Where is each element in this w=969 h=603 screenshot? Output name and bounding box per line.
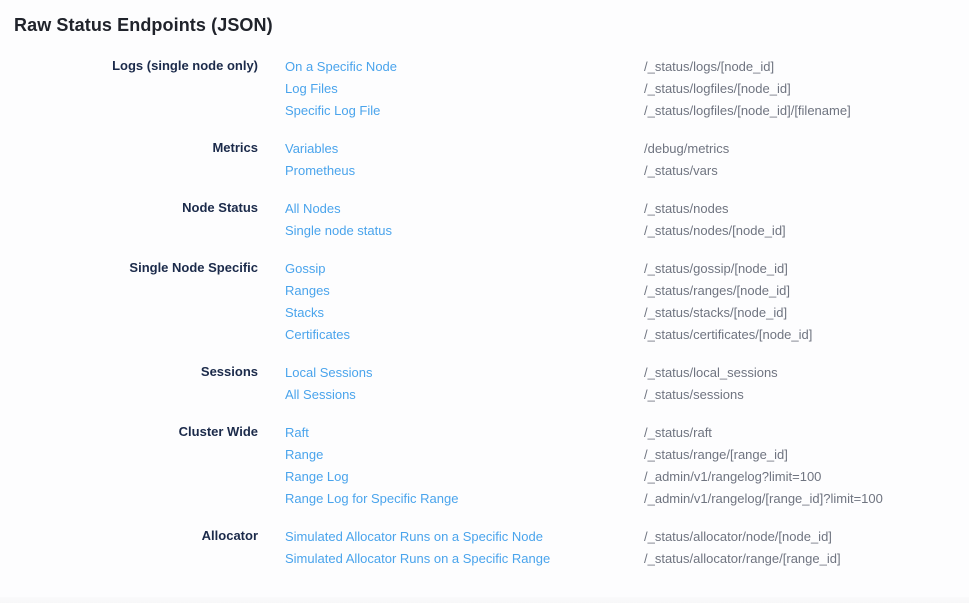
category-label: Logs (single node only) — [0, 55, 258, 121]
endpoint-group: MetricsVariables/debug/metricsPrometheus… — [0, 137, 969, 181]
endpoint-row: Range/_status/range/[range_id] — [258, 443, 969, 465]
endpoint-row: Raft/_status/raft — [258, 421, 969, 443]
endpoint-link[interactable]: Range Log — [285, 469, 644, 484]
endpoint-link[interactable]: On a Specific Node — [285, 59, 644, 74]
endpoint-path: /_status/logfiles/[node_id] — [644, 81, 791, 96]
endpoint-link[interactable]: Variables — [285, 141, 644, 156]
endpoint-row: Local Sessions/_status/local_sessions — [258, 361, 969, 383]
category-label: Cluster Wide — [0, 421, 258, 509]
endpoint-row: All Nodes/_status/nodes — [258, 197, 969, 219]
endpoint-path: /_status/vars — [644, 163, 718, 178]
endpoint-path: /_status/range/[range_id] — [644, 447, 788, 462]
endpoint-link[interactable]: Simulated Allocator Runs on a Specific N… — [285, 529, 644, 544]
endpoint-link[interactable]: Range — [285, 447, 644, 462]
endpoint-link[interactable]: Stacks — [285, 305, 644, 320]
category-label: Node Status — [0, 197, 258, 241]
endpoint-path: /_status/gossip/[node_id] — [644, 261, 788, 276]
endpoint-row: Ranges/_status/ranges/[node_id] — [258, 279, 969, 301]
endpoints-table: Logs (single node only)On a Specific Nod… — [0, 55, 969, 569]
endpoint-rows: On a Specific Node/_status/logs/[node_id… — [258, 55, 969, 121]
bottom-band — [0, 597, 969, 603]
category-label: Metrics — [0, 137, 258, 181]
endpoint-path: /_status/certificates/[node_id] — [644, 327, 812, 342]
endpoint-rows: All Nodes/_status/nodesSingle node statu… — [258, 197, 969, 241]
endpoint-rows: Gossip/_status/gossip/[node_id]Ranges/_s… — [258, 257, 969, 345]
endpoint-group: Node StatusAll Nodes/_status/nodesSingle… — [0, 197, 969, 241]
endpoint-group: Single Node SpecificGossip/_status/gossi… — [0, 257, 969, 345]
endpoint-link[interactable]: All Nodes — [285, 201, 644, 216]
endpoint-row: Simulated Allocator Runs on a Specific R… — [258, 547, 969, 569]
endpoint-row: Certificates/_status/certificates/[node_… — [258, 323, 969, 345]
endpoint-row: Stacks/_status/stacks/[node_id] — [258, 301, 969, 323]
endpoint-path: /_status/nodes — [644, 201, 729, 216]
endpoint-path: /_admin/v1/rangelog/[range_id]?limit=100 — [644, 491, 883, 506]
endpoint-row: Range Log for Specific Range/_admin/v1/r… — [258, 487, 969, 509]
endpoint-link[interactable]: All Sessions — [285, 387, 644, 402]
endpoint-row: Range Log/_admin/v1/rangelog?limit=100 — [258, 465, 969, 487]
endpoint-link[interactable]: Specific Log File — [285, 103, 644, 118]
endpoint-link[interactable]: Gossip — [285, 261, 644, 276]
endpoint-link[interactable]: Prometheus — [285, 163, 644, 178]
category-label: Single Node Specific — [0, 257, 258, 345]
endpoint-path: /debug/metrics — [644, 141, 729, 156]
endpoint-row: Variables/debug/metrics — [258, 137, 969, 159]
endpoint-path: /_status/allocator/node/[node_id] — [644, 529, 832, 544]
endpoint-rows: Variables/debug/metricsPrometheus/_statu… — [258, 137, 969, 181]
endpoint-link[interactable]: Ranges — [285, 283, 644, 298]
endpoint-row: Simulated Allocator Runs on a Specific N… — [258, 525, 969, 547]
category-label: Sessions — [0, 361, 258, 405]
endpoint-path: /_status/logs/[node_id] — [644, 59, 774, 74]
endpoint-rows: Raft/_status/raftRange/_status/range/[ra… — [258, 421, 969, 509]
endpoint-link[interactable]: Log Files — [285, 81, 644, 96]
endpoint-group: Logs (single node only)On a Specific Nod… — [0, 55, 969, 121]
endpoint-path: /_admin/v1/rangelog?limit=100 — [644, 469, 821, 484]
endpoint-path: /_status/nodes/[node_id] — [644, 223, 786, 238]
endpoint-row: Single node status/_status/nodes/[node_i… — [258, 219, 969, 241]
endpoint-rows: Simulated Allocator Runs on a Specific N… — [258, 525, 969, 569]
endpoint-row: Specific Log File/_status/logfiles/[node… — [258, 99, 969, 121]
endpoint-row: Prometheus/_status/vars — [258, 159, 969, 181]
category-label: Allocator — [0, 525, 258, 569]
endpoint-path: /_status/local_sessions — [644, 365, 778, 380]
endpoint-row: All Sessions/_status/sessions — [258, 383, 969, 405]
endpoint-group: Cluster WideRaft/_status/raftRange/_stat… — [0, 421, 969, 509]
endpoint-link[interactable]: Range Log for Specific Range — [285, 491, 644, 506]
endpoint-link[interactable]: Simulated Allocator Runs on a Specific R… — [285, 551, 644, 566]
endpoint-link[interactable]: Single node status — [285, 223, 644, 238]
endpoint-path: /_status/stacks/[node_id] — [644, 305, 787, 320]
page-title: Raw Status Endpoints (JSON) — [14, 13, 969, 37]
endpoint-row: On a Specific Node/_status/logs/[node_id… — [258, 55, 969, 77]
endpoint-group: Allocator Simulated Allocator Runs on a S… — [0, 525, 969, 569]
endpoint-path: /_status/allocator/range/[range_id] — [644, 551, 841, 566]
endpoint-link[interactable]: Certificates — [285, 327, 644, 342]
endpoint-path: /_status/logfiles/[node_id]/[filename] — [644, 103, 851, 118]
endpoint-path: /_status/raft — [644, 425, 712, 440]
endpoint-link[interactable]: Local Sessions — [285, 365, 644, 380]
endpoint-group: SessionsLocal Sessions/_status/local_ses… — [0, 361, 969, 405]
endpoint-row: Log Files/_status/logfiles/[node_id] — [258, 77, 969, 99]
endpoint-path: /_status/ranges/[node_id] — [644, 283, 790, 298]
endpoint-row: Gossip/_status/gossip/[node_id] — [258, 257, 969, 279]
endpoint-path: /_status/sessions — [644, 387, 744, 402]
endpoint-link[interactable]: Raft — [285, 425, 644, 440]
endpoint-rows: Local Sessions/_status/local_sessionsAll… — [258, 361, 969, 405]
